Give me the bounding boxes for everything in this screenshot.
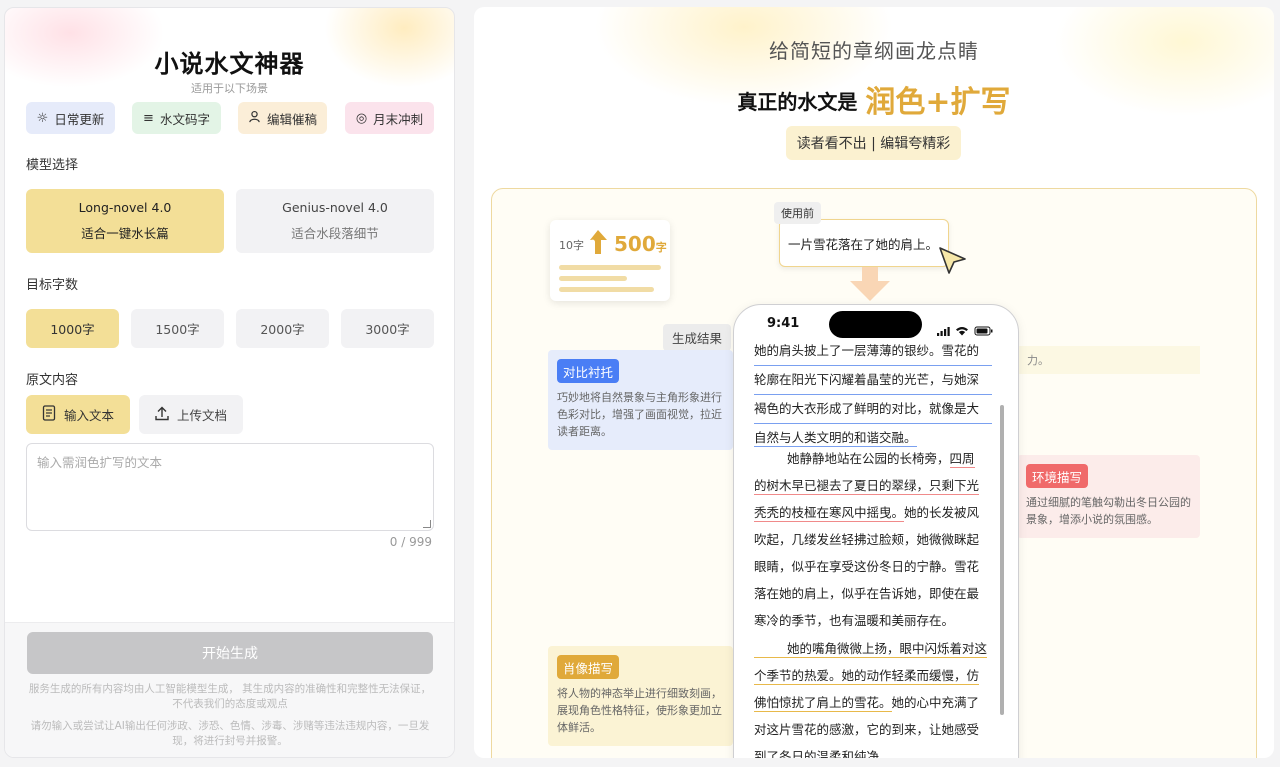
before-tag: 使用前 — [774, 202, 821, 224]
model-name: Genius-novel 4.0 — [282, 200, 388, 215]
upload-icon — [155, 406, 169, 424]
scene-month-end[interactable]: ◎ 月末冲刺 — [345, 102, 434, 134]
phone-line: 落在她的肩上，似乎在告诉她，即使在最 — [754, 586, 980, 601]
source-section-label: 原文内容 — [26, 373, 79, 388]
headline-accent: 润色+扩写 — [865, 85, 1011, 120]
count-section-label: 目标字数 — [26, 278, 79, 293]
word-count-from: 10字 — [559, 239, 584, 252]
phone-scrollbar[interactable] — [1000, 405, 1004, 715]
model-option-genius-novel[interactable]: Genius-novel 4.0 适合水段落细节 — [236, 189, 434, 253]
phone-line: 个季节的热爱。 — [754, 668, 842, 685]
phone-line: 佛怕惊扰了肩上的雪花。 — [754, 695, 892, 712]
resize-grip-icon[interactable] — [423, 520, 431, 528]
upload-document-button[interactable]: 上传文档 — [139, 395, 243, 434]
word-count-card: 10字 500字 — [550, 220, 670, 301]
user-icon — [248, 110, 261, 127]
tip-contrast: 对比衬托 巧妙地将自然景象与主角形象进行色彩对比，增强了画面视觉，拉近读者距离。 — [548, 350, 733, 450]
phone-line: 秃秃的枝桠在寒风中摇曳。 — [754, 505, 905, 522]
tip-desc: 巧妙地将自然景象与主角形象进行色彩对比，增强了画面视觉，拉近读者距离。 — [557, 391, 722, 438]
textarea-placeholder: 输入需润色扩写的文本 — [37, 455, 163, 470]
text-line-decor — [559, 265, 661, 270]
count-option-2000[interactable]: 2000字 — [236, 309, 329, 348]
model-name: Long-novel 4.0 — [78, 200, 172, 215]
phone-line: 轮廓在阳光下闪耀着晶莹的光芒，与她深 — [754, 366, 992, 395]
phone-mockup: 9:41 她的肩头披上了一层薄薄的银纱。雪花的 轮廓在阳光下闪耀着晶莹的光芒，与… — [733, 304, 1019, 758]
phone-line: 到了冬日的温柔和纯净。 — [754, 749, 892, 758]
scene-subtitle: 适用于以下场景 — [191, 82, 268, 95]
word-count-to-value: 500 — [614, 232, 656, 256]
generate-button[interactable]: 开始生成 — [27, 632, 433, 674]
model-desc: 适合水段落细节 — [291, 226, 379, 241]
phone-line: 吹起，几缕发丝轻拂过脸颊，她微微眯起 — [754, 532, 980, 547]
tip-portrait: 肖像描写 将人物的神态举止进行细致刻画，展现角色性格特征，使形象更加立体鲜活。 — [548, 646, 733, 746]
before-example-card: 一片雪花落在了她的肩上。 — [779, 219, 949, 267]
sun-icon: ☼ — [36, 110, 49, 126]
cursor-icon — [937, 245, 969, 281]
phone-line: 她的动作轻柔而缓慢，仿 — [841, 668, 980, 685]
scene-daily-update[interactable]: ☼ 日常更新 — [26, 102, 115, 134]
tip-title: 对比衬托 — [557, 359, 620, 383]
result-tag: 生成结果 — [663, 324, 732, 351]
tip-title: 环境描写 — [1026, 464, 1089, 488]
down-arrow-icon — [850, 267, 890, 303]
scene-label: 日常更新 — [54, 111, 105, 127]
input-text-button[interactable]: 输入文本 — [26, 395, 130, 434]
app-title: 小说水文神器 — [154, 50, 305, 78]
config-panel: 小说水文神器 适用于以下场景 ☼ 日常更新 ≡ 水文码字 编辑催稿 ◎ 月末冲刺… — [4, 7, 455, 758]
text-line-decor — [559, 276, 627, 281]
model-option-long-novel[interactable]: Long-novel 4.0 适合一键水长篇 — [26, 189, 224, 253]
phone-line: 四周 — [949, 451, 975, 468]
scene-water-writing[interactable]: ≡ 水文码字 — [132, 102, 221, 134]
phone-line: 的树木早已褪去了夏日的翠绿，只剩下光 — [754, 478, 980, 495]
count-option-1000[interactable]: 1000字 — [26, 309, 119, 348]
phone-line: 她的嘴角微微上扬，眼中闪烁着对这 — [754, 641, 988, 658]
tagline: 给简短的章纲画龙点睛 — [769, 39, 979, 63]
target-icon: ◎ — [355, 110, 368, 126]
model-section-label: 模型选择 — [26, 158, 79, 173]
document-icon — [42, 405, 56, 424]
dynamic-island — [829, 311, 922, 338]
tip-desc: 通过细腻的笔触勾勒出冬日公园的景象，增添小说的氛围感。 — [1026, 496, 1191, 526]
action-footer: 开始生成 服务生成的所有内容均由人工智能模型生成， 其生成内容的准确性和完整性无… — [5, 622, 454, 757]
phone-line: 她的肩头披上了一层薄薄的银纱。雪花的 — [754, 337, 992, 366]
scene-label: 月末冲刺 — [373, 111, 424, 127]
tip-title: 肖像描写 — [557, 655, 620, 679]
scene-label: 水文码字 — [159, 111, 210, 127]
count-option-3000[interactable]: 3000字 — [341, 309, 434, 348]
disclaimer-accuracy: 服务生成的所有内容均由人工智能模型生成， 其生成内容的准确性和完整性无法保证， … — [28, 683, 432, 710]
model-desc: 适合一键水长篇 — [81, 226, 169, 241]
status-time: 9:41 — [767, 316, 800, 331]
tip-environment: 环境描写 通过细腻的笔触勾勒出冬日公园的景象，增添小说的氛围感。 — [1017, 455, 1200, 538]
headline-text: 真正的水文是 — [737, 90, 858, 114]
phone-line: 寒冷的季节，也有温暖和美丽存在。 — [754, 613, 955, 628]
phone-line: 她静静地站在公园的长椅旁， — [787, 451, 950, 466]
tip-strip: 力。 — [1017, 346, 1200, 374]
char-counter: 0 / 999 — [389, 535, 432, 549]
source-text-input[interactable]: 输入需润色扩写的文本 — [26, 443, 434, 531]
text-line-decor — [559, 287, 654, 292]
up-arrow-icon — [587, 229, 609, 261]
word-count-to-unit: 字 — [655, 241, 667, 254]
count-option-1500[interactable]: 1500字 — [131, 309, 224, 348]
tip-desc: 将人物的神态举止进行细致刻画，展现角色性格特征，使形象更加立体鲜活。 — [557, 687, 722, 734]
phone-paragraph-3: 她的嘴角微微上扬，眼中闪烁着对这 个季节的热爱。她的动作轻柔而缓慢，仿 佛怕惊扰… — [754, 635, 992, 758]
demo-showcase: 10字 500字 一片雪花落在了她的肩上。 使用前 生成结果 对比衬托 巧妙地将… — [491, 188, 1257, 758]
lines-icon: ≡ — [143, 110, 154, 126]
word-count-to: 500字 — [614, 232, 667, 256]
phone-paragraph-2: 她静静地站在公园的长椅旁，四周 的树木早已褪去了夏日的翠绿，只剩下光 秃秃的枝桠… — [754, 445, 992, 634]
phone-line: 眼睛，似乎在享受这份冬日的宁静。雪花 — [754, 559, 980, 574]
reader-editor-pill: 读者看不出 | 编辑夸精彩 — [786, 126, 961, 160]
phone-line: 她的长发被风 — [904, 505, 980, 520]
phone-line: 褐色的大衣形成了鲜明的对比，就像是大 — [754, 395, 992, 424]
showcase-panel: 给简短的章纲画龙点睛 真正的水文是 润色+扩写 读者看不出 | 编辑夸精彩 10字… — [474, 7, 1274, 758]
upload-label: 上传文档 — [176, 408, 227, 423]
phone-paragraph-1: 她的肩头披上了一层薄薄的银纱。雪花的 轮廓在阳光下闪耀着晶莹的光芒，与她深 褐色… — [754, 337, 992, 451]
input-text-label: 输入文本 — [63, 408, 114, 423]
phone-line: 对这片雪花的感激，它的到来，让她感受 — [754, 722, 980, 737]
headline: 真正的水文是 润色+扩写 — [474, 77, 1274, 121]
scene-editor-urge[interactable]: 编辑催稿 — [238, 102, 327, 134]
phone-line: 她的心中充满了 — [891, 695, 980, 710]
disclaimer-content-policy: 请勿输入或尝试让AI输出任何涉政、涉恐、色情、涉毒、涉赌等违法违规内容，一旦发现… — [30, 720, 430, 747]
scene-label: 编辑催稿 — [266, 111, 317, 127]
